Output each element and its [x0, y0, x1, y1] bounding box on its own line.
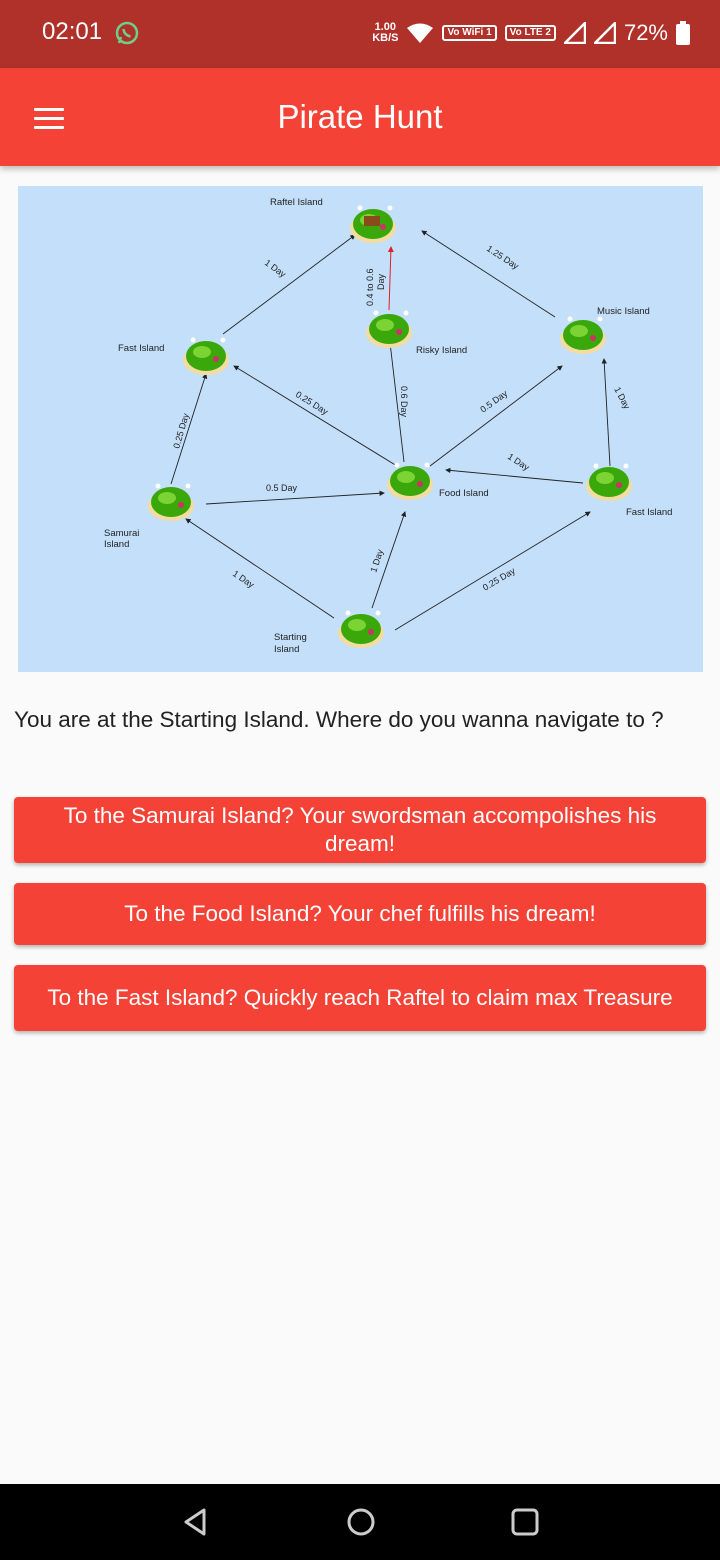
food-island-button[interactable]: To the Food Island? Your chef fulfills h… — [14, 883, 706, 945]
fast-island-button[interactable]: To the Fast Island? Quickly reach Raftel… — [14, 965, 706, 1031]
island-map: Raftel Island Music Island Fast Island R… — [18, 186, 703, 672]
edge-label-risky-raftel-2: Day — [376, 273, 386, 290]
edge-label-fastright-food: 1 Day — [506, 451, 532, 472]
status-time: 02:01 — [42, 18, 103, 45]
vowifi-badge: Vo WiFi 1 — [442, 25, 497, 41]
starting-island-icon — [338, 610, 384, 648]
navigation-prompt: You are at the Starting Island. Where do… — [14, 707, 664, 732]
page-title: Pirate Hunt — [277, 98, 443, 135]
edge-label-start-samurai: 1 Day — [231, 568, 256, 590]
fast-island-left-icon — [183, 337, 229, 375]
label-food: Food Island — [439, 488, 489, 499]
edge-label-start-food: 1 Day — [368, 548, 385, 574]
samurai-island-icon — [148, 483, 194, 521]
label-fast-left: Fast Island — [118, 343, 164, 354]
edge-label-music-fastright: 1 Day — [612, 385, 632, 411]
label-starting-2: Island — [274, 644, 299, 655]
label-risky: Risky Island — [416, 345, 467, 356]
status-bar: 02:01 1.00 KB/S Vo WiFi 1 Vo LTE 2 72% — [0, 0, 720, 68]
edge-label-music-raftel: 1.25 Day — [485, 243, 521, 271]
recents-icon[interactable] — [505, 1502, 545, 1542]
label-music: Music Island — [597, 306, 650, 317]
wifi-icon — [407, 23, 434, 43]
network-speed: 1.00 KB/S — [372, 22, 398, 44]
edge-label-food-fastleft: 0.25 Day — [294, 389, 330, 417]
music-island-icon — [560, 316, 606, 354]
battery-percent: 72% — [623, 20, 668, 45]
fast-island-right-icon — [586, 463, 632, 501]
status-icons: 1.00 KB/S Vo WiFi 1 Vo LTE 2 72% — [372, 16, 690, 50]
label-samurai-1: Samurai — [104, 528, 139, 539]
volte-badge: Vo LTE 2 — [504, 25, 556, 41]
signal-roaming-icon — [593, 22, 616, 44]
speed-unit: KB/S — [372, 32, 399, 44]
signal-icon — [563, 22, 586, 44]
edge-label-risky-raftel-1: 0.4 to 0.6 — [365, 268, 375, 306]
home-icon[interactable] — [341, 1502, 381, 1542]
edge-label-samurai-food: 0.5 Day — [266, 483, 298, 493]
treasure-chest-icon — [364, 216, 380, 226]
battery-icon — [676, 21, 690, 45]
samurai-island-button[interactable]: To the Samurai Island? Your swordsman ac… — [14, 797, 706, 863]
label-samurai-2: Island — [104, 539, 129, 550]
edge-label-start-fastright: 0.25 Day — [481, 565, 517, 592]
whatsapp-icon — [115, 21, 139, 45]
label-raftel: Raftel Island — [270, 197, 323, 208]
edge-label-fast-raftel: 1 Day — [263, 258, 288, 280]
back-icon[interactable] — [176, 1502, 216, 1542]
red-edge — [387, 246, 394, 311]
edge-label-food-music: 0.5 Day — [478, 388, 509, 415]
risky-island-icon — [366, 310, 412, 348]
label-fast-right: Fast Island — [626, 507, 672, 518]
label-starting-1: Starting — [274, 632, 307, 643]
edge-label-food-risky: 0.6 Day — [399, 386, 409, 418]
app-bar: Pirate Hunt — [0, 68, 720, 166]
system-nav-bar — [0, 1484, 720, 1560]
food-island-icon — [387, 462, 433, 500]
